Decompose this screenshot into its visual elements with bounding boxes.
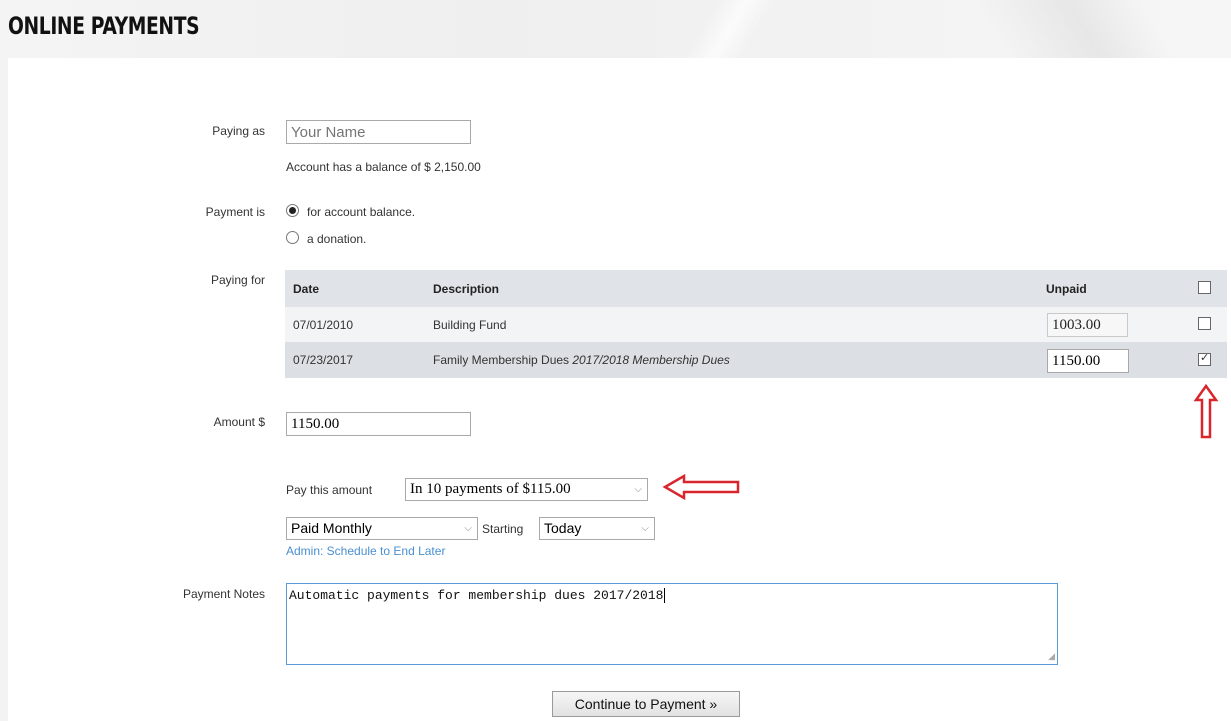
installments-select[interactable]: In 10 payments of $115.00 ⌵ — [405, 478, 648, 501]
payment-notes-label: Payment Notes — [182, 587, 265, 601]
page-title: ONLINE PAYMENTS — [8, 12, 200, 40]
radio-donation[interactable] — [286, 231, 299, 244]
payment-notes-textarea[interactable]: Automatic payments for membership dues 2… — [286, 583, 1058, 665]
row-unpaid-input[interactable]: 1150.00 — [1047, 349, 1129, 373]
chevron-down-icon: ⌵ — [641, 523, 649, 534]
row-checkbox[interactable] — [1198, 317, 1211, 330]
paying-for-label: Paying for — [210, 273, 265, 287]
pay-this-amount-label: Pay this amount — [286, 483, 373, 497]
table-header-row: Date Description Unpaid — [285, 270, 1227, 307]
radio-account-balance[interactable] — [286, 204, 299, 217]
amount-input[interactable]: 1150.00 — [286, 412, 471, 436]
installments-select-value: In 10 payments of $115.00 — [410, 481, 571, 497]
column-header-date: Date — [293, 281, 320, 296]
header-decoration — [900, 0, 1231, 58]
paying-as-input[interactable] — [286, 120, 471, 144]
frequency-select-value: Paid Monthly — [291, 520, 372, 536]
row-description: Family Membership Dues — [433, 353, 573, 367]
select-all-checkbox[interactable] — [1198, 281, 1211, 294]
row-description-detail: 2017/2018 Membership Dues — [572, 353, 730, 367]
column-header-unpaid: Unpaid — [1046, 281, 1087, 296]
chevron-down-icon: ⌵ — [634, 484, 642, 495]
radio-donation-label: a donation. — [307, 232, 367, 246]
paying-as-label: Paying as — [212, 124, 265, 138]
row-description: Building Fund — [433, 317, 507, 332]
starting-label: Starting — [482, 522, 524, 536]
table-row: 07/01/2010 Building Fund 1003.00 — [285, 307, 1227, 342]
annotation-up-arrow-icon — [1193, 384, 1219, 439]
starting-select-value: Today — [544, 520, 582, 536]
resize-handle-icon[interactable]: ◢ — [1048, 652, 1055, 662]
frequency-select[interactable]: Paid Monthly ⌵ — [286, 517, 478, 540]
annotation-left-arrow-icon — [662, 473, 740, 501]
payment-notes-text: Automatic payments for membership dues 2… — [289, 588, 664, 603]
header-decoration — [600, 0, 860, 58]
admin-schedule-link[interactable]: Admin: Schedule to End Later — [286, 544, 445, 558]
row-date: 07/01/2010 — [293, 317, 354, 332]
starting-select[interactable]: Today ⌵ — [539, 517, 655, 540]
left-border — [0, 58, 8, 721]
radio-account-balance-label: for account balance. — [307, 205, 416, 219]
table-row: 07/23/2017 Family Membership Dues 2017/2… — [285, 342, 1227, 378]
page-header: ONLINE PAYMENTS — [0, 0, 1231, 58]
chevron-down-icon: ⌵ — [464, 523, 472, 534]
column-header-description: Description — [433, 281, 500, 296]
continue-to-payment-button[interactable]: Continue to Payment » — [552, 691, 740, 717]
payment-is-label: Payment is — [205, 205, 265, 219]
row-unpaid-input[interactable]: 1003.00 — [1047, 313, 1128, 337]
row-date: 07/23/2017 — [293, 353, 354, 367]
account-balance-text: Account has a balance of $ 2,150.00 — [286, 160, 481, 174]
row-checkbox[interactable] — [1198, 351, 1211, 366]
amount-label: Amount $ — [213, 415, 265, 429]
